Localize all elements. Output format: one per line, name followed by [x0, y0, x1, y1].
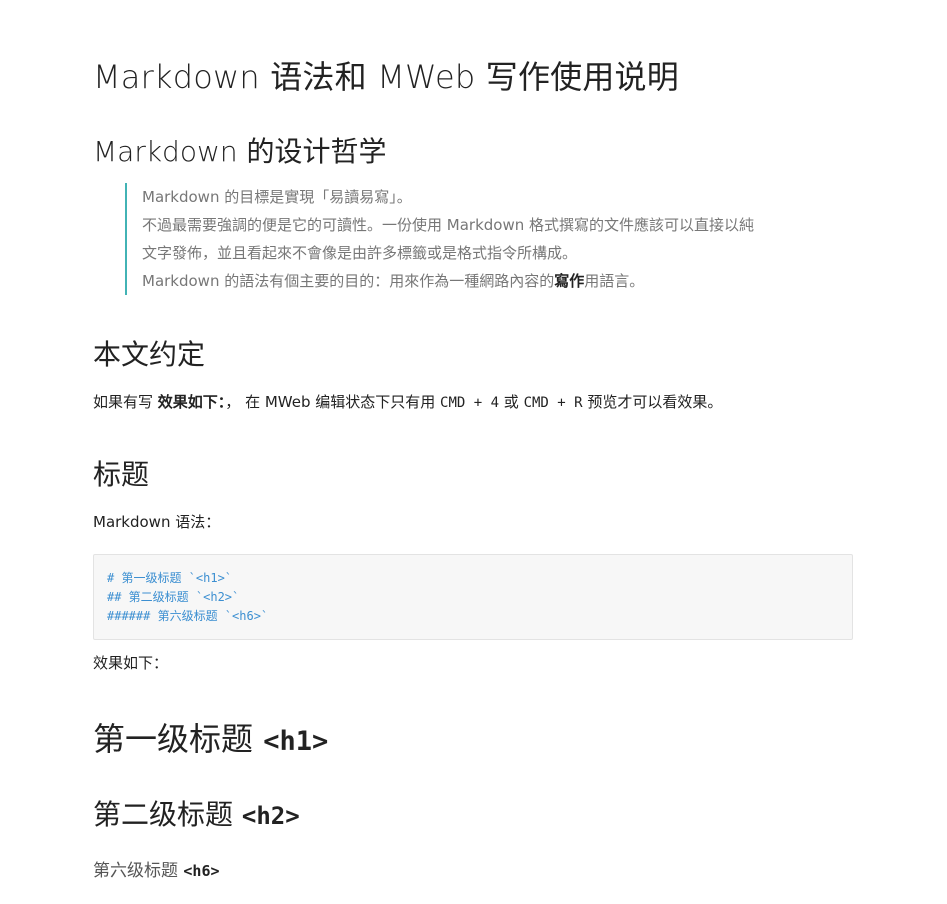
convention-text-before: 如果有写 [93, 393, 158, 411]
code-line-1: # 第一级标题 `<h1>` [107, 571, 233, 585]
code-line-2: ## 第二级标题 `<h2>` [107, 590, 240, 604]
quote-line-4-before: Markdown 的語法有個主要的目的：用來作為一種網路內容的 [142, 272, 555, 290]
convention-text-after: 预览才可以看效果。 [582, 393, 723, 411]
page-title: Markdown 语法和 MWeb 写作使用说明 [93, 58, 679, 96]
quote-line-1: Markdown 的目標是實現「易讀易寫」。 [142, 188, 412, 206]
demo-h1-text: 第一级标题 [93, 720, 264, 758]
demo-h2-tag: <h2> [241, 802, 300, 830]
demo-h2-text: 第二级标题 [93, 798, 242, 831]
convention-bold: 效果如下： [157, 393, 226, 411]
demo-heading-h1: 第一级标题 <h1> [93, 714, 328, 760]
heading-design-philosophy: Markdown 的设计哲学 [93, 135, 387, 168]
demo-h6-tag: <h6> [183, 862, 220, 880]
shortcut-code-1: CMD + 4 [440, 395, 500, 411]
convention-text-mid: ， 在 MWeb 编辑状态下只有用 [225, 393, 441, 411]
heading-convention: 本文约定 [93, 338, 206, 371]
demo-heading-h2: 第二级标题 <h2> [93, 793, 300, 833]
shortcut-code-2: CMD + R [523, 395, 583, 411]
result-label: 效果如下： [93, 654, 169, 672]
convention-paragraph: 如果有写 效果如下：， 在 MWeb 编辑状态下只有用 CMD + 4 或 CM… [93, 390, 722, 415]
markdown-syntax-label: Markdown 语法： [93, 513, 221, 531]
quote-line-4-after: 用語言。 [584, 272, 645, 290]
quote-line-3: 文字發佈，並且看起來不會像是由許多標籤或是格式指令所構成。 [142, 244, 578, 262]
quote-bold-text: 寫作 [554, 272, 585, 290]
heading-headings: 标题 [93, 458, 150, 491]
blockquote: Markdown 的目標是實現「易讀易寫」。 不過最需要強調的便是它的可讀性。一… [125, 183, 832, 295]
demo-h1-tag: <h1> [263, 726, 329, 757]
convention-text-or: 或 [499, 393, 524, 411]
quote-line-4: Markdown 的語法有個主要的目的：用來作為一種網路內容的寫作用語言。 [142, 267, 832, 295]
code-line-3: ###### 第六级标题 `<h6>` [107, 609, 269, 623]
demo-heading-h6: 第六级标题 <h6> [93, 856, 220, 881]
quote-line-2: 不過最需要強調的便是它的可讀性。一份使用 Markdown 格式撰寫的文件應該可… [142, 216, 755, 234]
code-block: # 第一级标题 `<h1>` ## 第二级标题 `<h2>` ###### 第六… [93, 554, 853, 640]
demo-h6-text: 第六级标题 [93, 861, 184, 881]
